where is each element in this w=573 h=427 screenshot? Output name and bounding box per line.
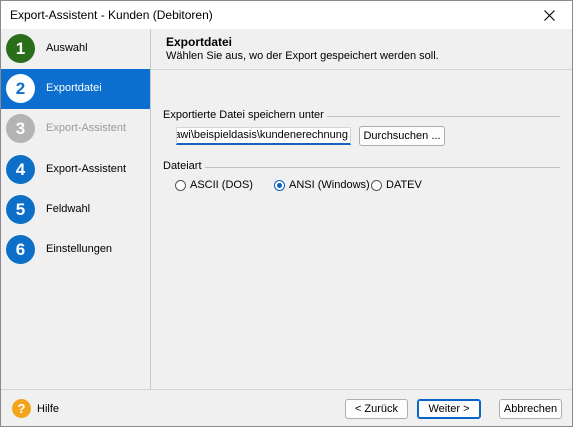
step-number-badge: 2 [6,74,35,103]
close-button[interactable] [526,1,572,29]
step-export-assistent-disabled: 3 Export-Assistent [1,109,150,149]
header-divider [151,69,572,70]
step-auswahl[interactable]: 1 Auswahl [1,29,150,69]
browse-button[interactable]: Durchsuchen ... [359,126,445,146]
step-number-badge: 1 [6,34,35,63]
step-einstellungen[interactable]: 6 Einstellungen [1,230,150,270]
step-label: Export-Assistent [46,122,127,134]
cancel-button[interactable]: Abbrechen [499,399,562,419]
filetype-group-divider [163,167,560,168]
radio-datev[interactable]: DATEV [371,178,422,192]
radio-button-selected[interactable] [274,179,285,191]
wizard-footer: ? Hilfe < Zurück Weiter > Abbrechen [1,389,572,426]
step-number-badge: 6 [6,235,35,264]
save-group-label: Exportierte Datei speichern unter [163,109,327,121]
wizard-content: Exportdatei Wählen Sie aus, wo der Expor… [151,29,572,389]
step-label: Exportdatei [46,82,102,94]
step-label: Export-Assistent [46,163,127,175]
filetype-group-label: Dateiart [163,160,205,172]
question-mark-icon[interactable]: ? [12,399,31,418]
step-number-badge: 3 [6,114,35,143]
help-link[interactable]: Hilfe [37,403,59,415]
step-feldwahl[interactable]: 5 Feldwahl [1,190,150,230]
step-number-badge: 5 [6,195,35,224]
radio-button[interactable] [175,179,186,191]
step-label: Einstellungen [46,243,113,255]
page-title: Exportdatei [166,35,233,49]
title-bar: Export-Assistent - Kunden (Debitoren) [1,1,572,29]
export-path-input[interactable]: ...ts\wawi\beispieldasis\kundenerechnung [176,127,351,145]
radio-label: DATEV [386,179,422,191]
close-icon [543,9,555,21]
window-title: Export-Assistent - Kunden (Debitoren) [10,8,213,22]
export-path-value: ...ts\wawi\beispieldasis\kundenerechnung [177,129,348,141]
step-exportdatei[interactable]: 2 Exportdatei [1,69,150,109]
page-subtitle: Wählen Sie aus, wo der Export gespeicher… [166,50,439,62]
step-label: Auswahl [46,42,88,54]
radio-ascii-dos[interactable]: ASCII (DOS) [175,178,253,192]
step-export-assistent[interactable]: 4 Export-Assistent [1,150,150,190]
radio-ansi-windows[interactable]: ANSI (Windows) [274,178,370,192]
radio-button[interactable] [371,179,382,191]
step-label: Feldwahl [46,203,91,215]
wizard-steps-sidebar: 1 Auswahl 2 Exportdatei 3 Export-Assiste… [1,29,151,389]
export-wizard-window: Export-Assistent - Kunden (Debitoren) 1 … [0,0,573,427]
radio-label: ANSI (Windows) [289,179,370,191]
next-button[interactable]: Weiter > [417,399,481,419]
back-button[interactable]: < Zurück [345,399,408,419]
step-number-badge: 4 [6,155,35,184]
radio-label: ASCII (DOS) [190,179,253,191]
